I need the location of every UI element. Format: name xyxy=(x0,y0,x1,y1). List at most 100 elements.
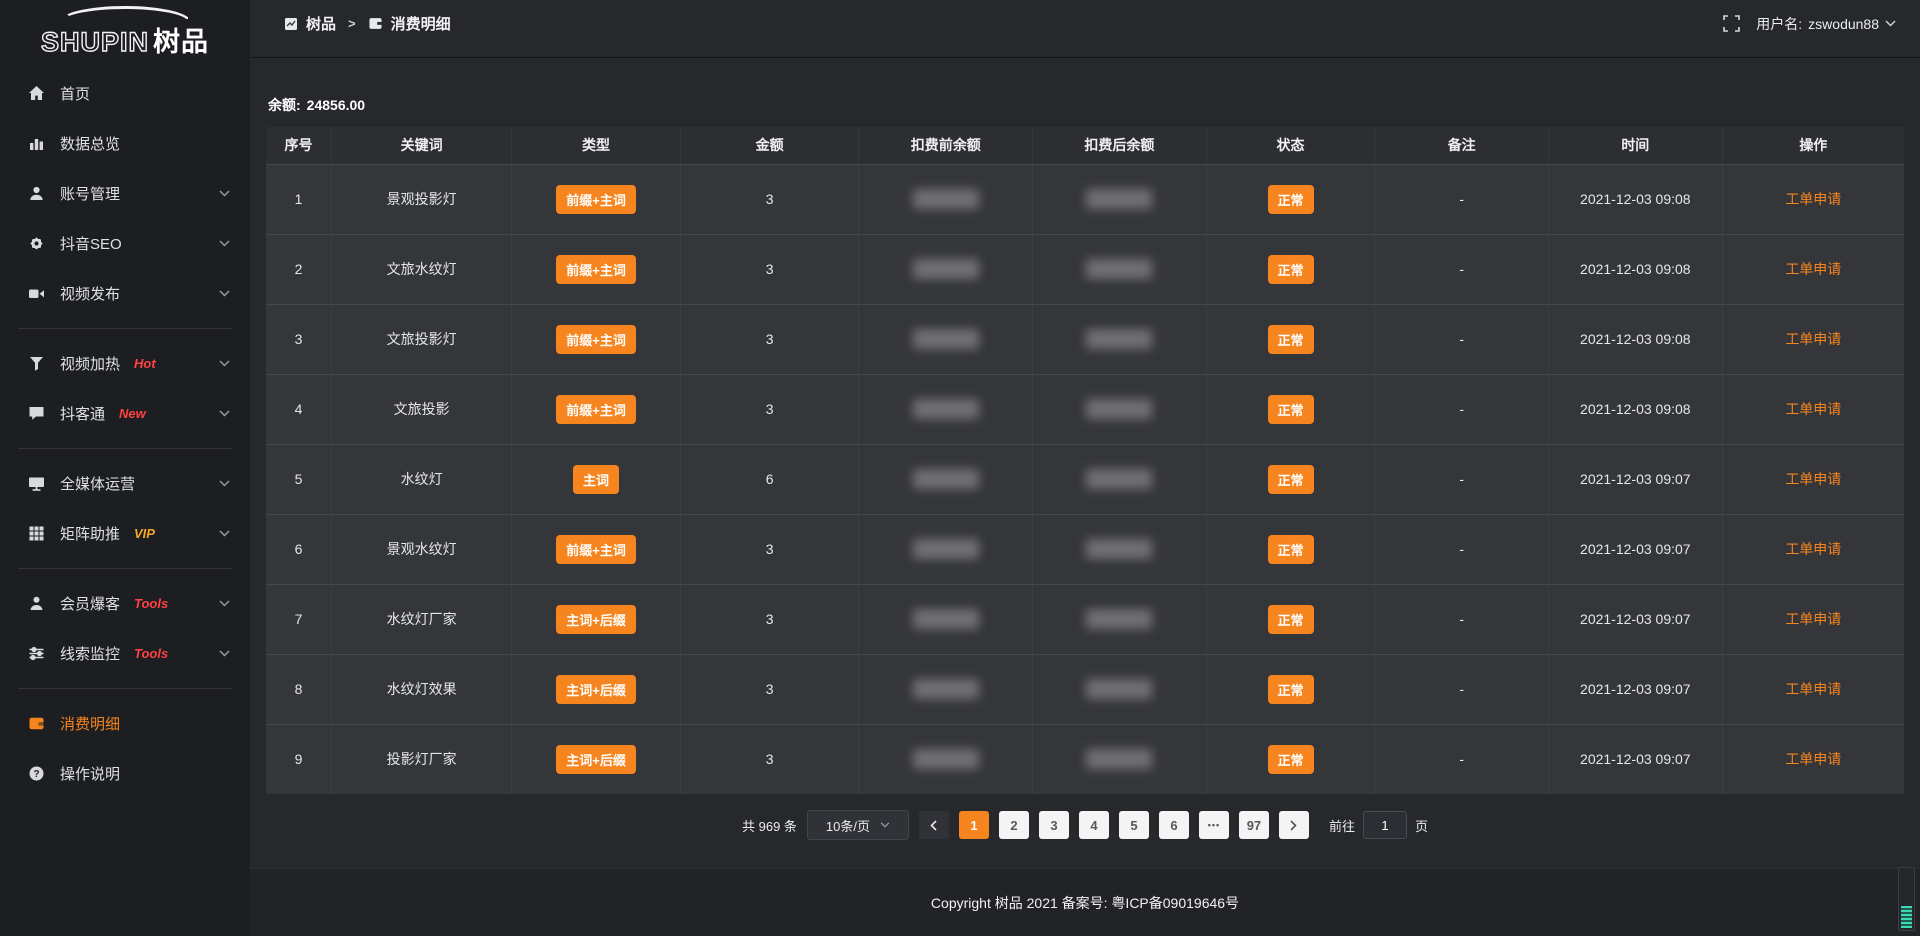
amount-cell: 3 xyxy=(680,304,859,374)
type-badge: 主词+后缀 xyxy=(556,745,636,774)
table-row: 3 文旅投影灯 前缀+主词 3 正常 - 2021-12-03 09:08 工单… xyxy=(266,304,1904,374)
balance-before-cell xyxy=(859,304,1033,374)
work-order-link[interactable]: 工单申请 xyxy=(1785,261,1841,277)
breadcrumb-separator: > xyxy=(348,16,356,31)
work-order-link[interactable]: 工单申请 xyxy=(1785,331,1841,347)
app-icon xyxy=(284,17,298,31)
chevron-down-icon xyxy=(219,410,230,417)
work-order-link[interactable]: 工单申请 xyxy=(1785,401,1841,417)
keyword-cell: 水纹灯厂家 xyxy=(332,584,512,654)
keyword-cell: 水纹灯效果 xyxy=(332,654,512,724)
status-cell: 正常 xyxy=(1206,514,1375,584)
scrollbar-widget[interactable] xyxy=(1898,867,1915,931)
fullscreen-icon[interactable] xyxy=(1723,15,1740,32)
sidebar-item-douyin-seo[interactable]: 抖音SEO xyxy=(0,218,250,268)
sidebar-item-video-heat[interactable]: 视频加热 Hot xyxy=(0,338,250,388)
user-dropdown[interactable]: 用户名: zswodun88 xyxy=(1756,14,1896,34)
amount-cell: 3 xyxy=(680,724,859,794)
chevron-down-icon xyxy=(219,290,230,297)
type-cell: 主词+后缀 xyxy=(512,724,681,794)
balance-after-cell xyxy=(1033,234,1207,304)
action-cell: 工单申请 xyxy=(1722,584,1904,654)
time-cell: 2021-12-03 09:08 xyxy=(1549,234,1723,304)
breadcrumb-root[interactable]: 树品 xyxy=(306,13,336,34)
time-cell: 2021-12-03 09:07 xyxy=(1549,724,1723,794)
menu-divider xyxy=(0,558,250,578)
action-cell: 工单申请 xyxy=(1722,444,1904,514)
status-badge: 正常 xyxy=(1268,605,1314,634)
status-badge: 正常 xyxy=(1268,465,1314,494)
sidebar-item-member-burst[interactable]: 会员爆客 Tools xyxy=(0,578,250,628)
page-button-5[interactable]: 5 xyxy=(1119,811,1149,839)
action-cell: 工单申请 xyxy=(1722,164,1904,234)
chevron-left-icon xyxy=(930,820,937,831)
sidebar-item-consumption-detail[interactable]: 消费明细 xyxy=(0,698,250,748)
new-tag: New xyxy=(119,406,146,421)
more-pages-button[interactable]: ••• xyxy=(1199,811,1229,839)
censored-balance xyxy=(1086,329,1152,349)
chat-bubble-icon xyxy=(28,405,45,422)
chevron-down-icon xyxy=(1885,20,1896,27)
balance-before-cell xyxy=(859,584,1033,654)
sidebar-item-instructions[interactable]: ? 操作说明 xyxy=(0,748,250,798)
page-button-1[interactable]: 1 xyxy=(959,811,989,839)
keyword-cell: 文旅投影 xyxy=(332,374,512,444)
keyword-cell: 景观投影灯 xyxy=(332,164,512,234)
seq-cell: 4 xyxy=(266,374,332,444)
main-content: 余额:24856.00 序号 关键词 类型 金额 扣费前余额 扣费后余额 状态 … xyxy=(250,59,1920,868)
sidebar-item-video-publish[interactable]: 视频发布 xyxy=(0,268,250,318)
action-cell: 工单申请 xyxy=(1722,514,1904,584)
scrollbar-thumb[interactable] xyxy=(1901,906,1912,928)
vip-tag: VIP xyxy=(134,526,155,541)
balance-after-cell xyxy=(1033,164,1207,234)
next-page-button[interactable] xyxy=(1279,811,1309,839)
work-order-link[interactable]: 工单申请 xyxy=(1785,471,1841,487)
sidebar-item-home[interactable]: 首页 xyxy=(0,68,250,118)
breadcrumb-current: 消费明细 xyxy=(391,13,451,34)
censored-balance xyxy=(913,399,979,419)
work-order-link[interactable]: 工单申请 xyxy=(1785,681,1841,697)
chevron-down-icon xyxy=(219,480,230,487)
footer: Copyright 树品 2021 备案号: 粤ICP备09019646号 xyxy=(250,868,1920,936)
action-cell: 工单申请 xyxy=(1722,304,1904,374)
balance-after-cell xyxy=(1033,724,1207,794)
balance-label: 余额: xyxy=(268,97,301,113)
work-order-link[interactable]: 工单申请 xyxy=(1785,191,1841,207)
seq-cell: 6 xyxy=(266,514,332,584)
funnel-icon xyxy=(28,355,45,372)
page-button-97[interactable]: 97 xyxy=(1239,811,1269,839)
page-button-4[interactable]: 4 xyxy=(1079,811,1109,839)
work-order-link[interactable]: 工单申请 xyxy=(1785,541,1841,557)
prev-page-button[interactable] xyxy=(919,811,949,839)
keyword-cell: 景观水纹灯 xyxy=(332,514,512,584)
work-order-link[interactable]: 工单申请 xyxy=(1785,751,1841,767)
page-button-2[interactable]: 2 xyxy=(999,811,1029,839)
page-button-6[interactable]: 6 xyxy=(1159,811,1189,839)
sidebar-item-account[interactable]: 账号管理 xyxy=(0,168,250,218)
gear-icon xyxy=(28,235,45,252)
seq-cell: 1 xyxy=(266,164,332,234)
balance-after-cell xyxy=(1033,374,1207,444)
goto-page-input[interactable] xyxy=(1363,811,1407,839)
keyword-cell: 投影灯厂家 xyxy=(332,724,512,794)
work-order-link[interactable]: 工单申请 xyxy=(1785,611,1841,627)
video-camera-icon xyxy=(28,285,45,302)
sidebar-item-lead-monitor[interactable]: 线索监控 Tools xyxy=(0,628,250,678)
remark-cell: - xyxy=(1375,304,1549,374)
copyright-text: Copyright 树品 2021 备案号: 粤ICP备09019646号 xyxy=(931,893,1239,913)
tools-tag: Tools xyxy=(134,596,168,611)
balance-before-cell xyxy=(859,444,1033,514)
type-badge: 主词+后缀 xyxy=(556,675,636,704)
status-badge: 正常 xyxy=(1268,395,1314,424)
page-size-select[interactable]: 10条/页 xyxy=(807,810,909,840)
table-row: 1 景观投影灯 前缀+主词 3 正常 - 2021-12-03 09:08 工单… xyxy=(266,164,1904,234)
col-balance-after: 扣费后余额 xyxy=(1033,127,1207,164)
sidebar-item-matrix-boost[interactable]: 矩阵助推 VIP xyxy=(0,508,250,558)
sidebar-item-doketong[interactable]: 抖客通 New xyxy=(0,388,250,438)
page-button-3[interactable]: 3 xyxy=(1039,811,1069,839)
sidebar-item-data-overview[interactable]: 数据总览 xyxy=(0,118,250,168)
censored-balance xyxy=(1086,679,1152,699)
goto-label: 前往 xyxy=(1329,816,1355,835)
sidebar-item-media-operation[interactable]: 全媒体运营 xyxy=(0,458,250,508)
status-cell: 正常 xyxy=(1206,584,1375,654)
